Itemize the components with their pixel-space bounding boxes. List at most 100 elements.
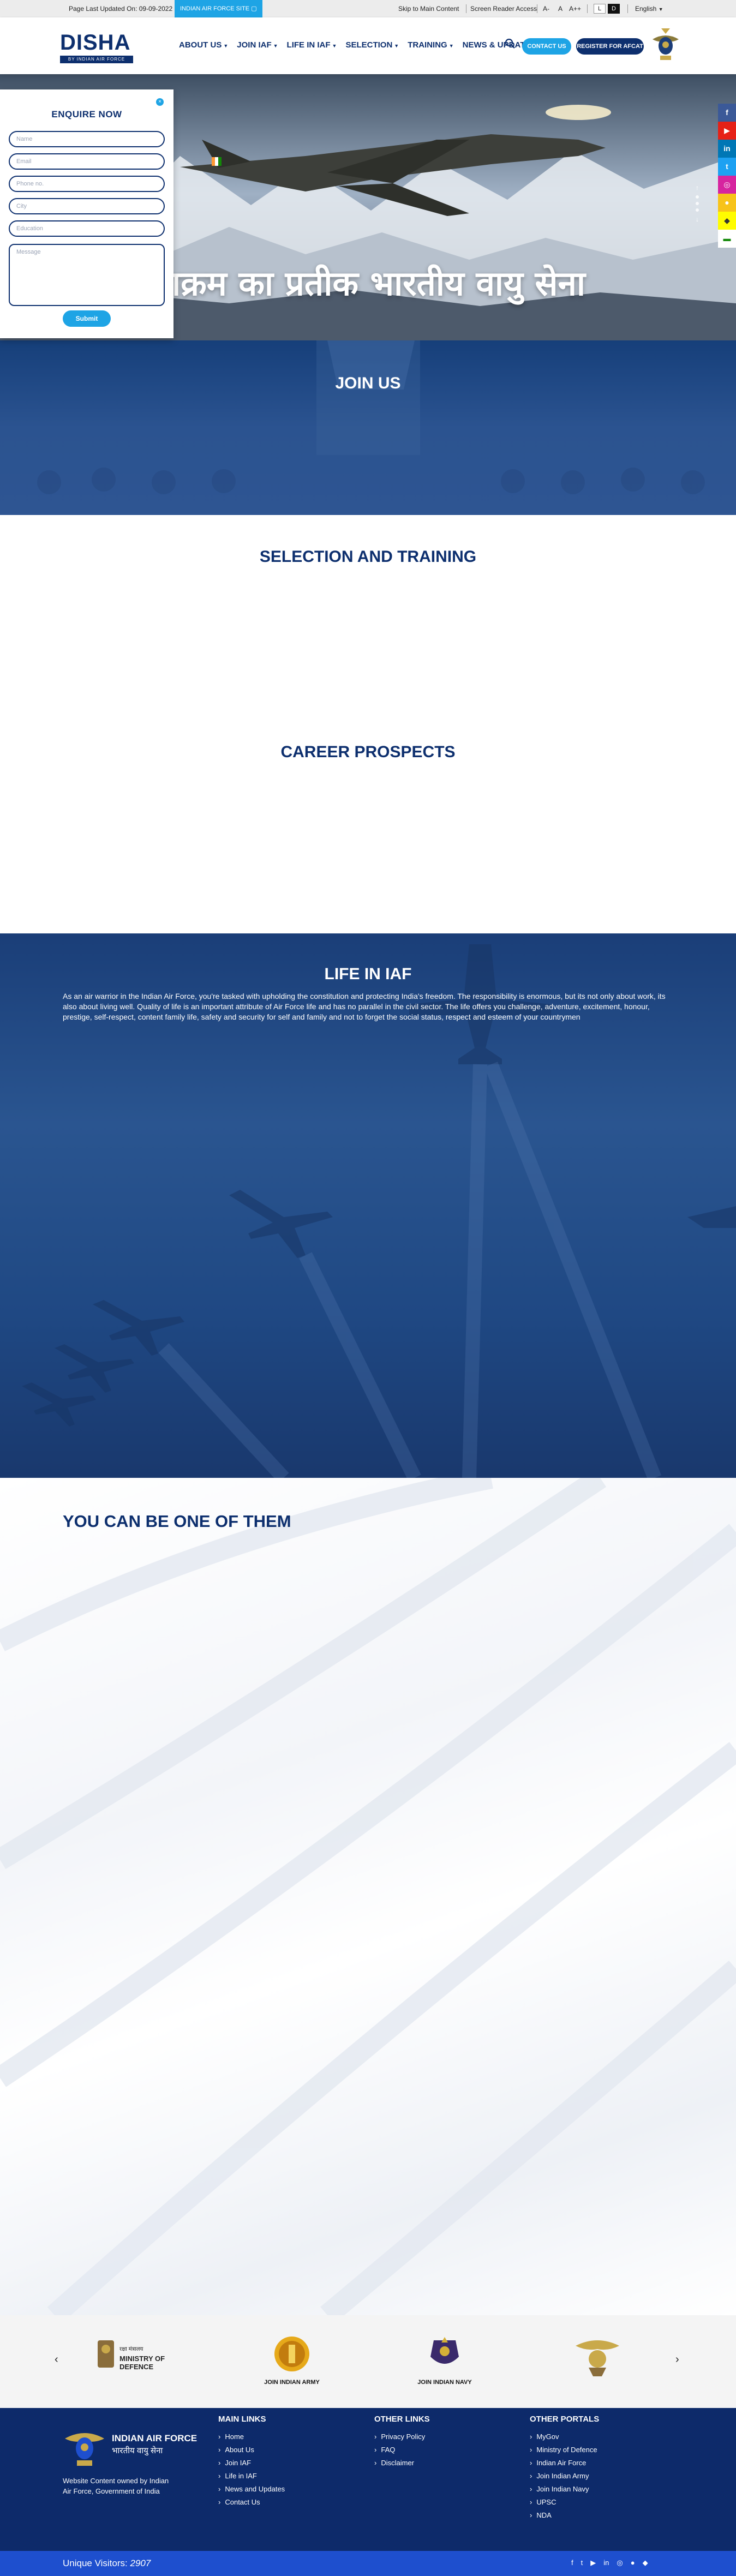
skip-to-main-link[interactable]: Skip to Main Content	[398, 5, 459, 13]
enquire-now-form: × ENQUIRE NOW Name Email Phone no. City …	[0, 89, 173, 338]
logo-text: DISHA	[60, 31, 131, 55]
snapchat-icon[interactable]: ◆	[643, 2559, 648, 2567]
youtube-icon[interactable]: ▶	[590, 2559, 596, 2567]
footer-link[interactable]: UPSC	[530, 2496, 661, 2509]
footer-link[interactable]: Join IAF	[218, 2457, 349, 2470]
footer-brand: INDIAN AIR FORCE भारतीय वायु सेना Websit…	[63, 2422, 197, 2495]
partner-tri-services[interactable]	[562, 2335, 633, 2389]
name-field[interactable]: Name	[9, 131, 165, 147]
twitter-icon[interactable]: t	[581, 2559, 583, 2567]
font-increase-button[interactable]: A++	[569, 5, 581, 13]
partner-join-indian-navy[interactable]: JOIN INDIAN NAVY	[409, 2335, 480, 2389]
chevron-right-icon[interactable]: ›	[675, 2353, 679, 2366]
slider-dot[interactable]	[696, 208, 699, 212]
hero-slider-controls: ↑ ↓	[693, 183, 701, 224]
footer-link[interactable]: Contact Us	[218, 2496, 349, 2509]
submit-button[interactable]: Submit	[63, 310, 111, 327]
footer-link[interactable]: Join Indian Navy	[530, 2483, 661, 2496]
nav-training[interactable]: TRAINING ▼	[403, 40, 458, 50]
phone-field[interactable]: Phone no.	[9, 176, 165, 192]
font-decrease-button[interactable]: A-	[543, 5, 549, 13]
facebook-icon[interactable]: f	[718, 104, 736, 122]
footer-brand-hindi: भारतीय वायु सेना	[112, 2446, 163, 2455]
screen-reader-link[interactable]: Screen Reader Access	[470, 5, 537, 13]
footer-main-links: MAIN LINKS Home About Us Join IAF Life i…	[218, 2415, 349, 2509]
site-footer: INDIAN AIR FORCE भारतीय वायु सेना Websit…	[0, 2408, 736, 2551]
chevron-down-icon: ▼	[273, 43, 278, 49]
dark-contrast-button[interactable]: D	[608, 4, 620, 14]
arrow-up-icon[interactable]: ↑	[696, 184, 699, 191]
footer-other-links: OTHER LINKS Privacy Policy FAQ Disclaime…	[374, 2415, 505, 2470]
search-icon[interactable]	[505, 38, 516, 49]
arrow-down-icon[interactable]: ↓	[696, 215, 699, 223]
instagram-icon[interactable]: ◎	[617, 2559, 623, 2567]
nav-join-iaf[interactable]: JOIN IAF ▼	[232, 40, 282, 50]
close-icon[interactable]: ×	[156, 98, 164, 106]
koo-icon[interactable]: ●	[718, 194, 736, 212]
koo-icon[interactable]: ●	[631, 2559, 635, 2567]
indian-army-emblem-icon	[274, 2337, 309, 2371]
disha-logo[interactable]: DISHA BY INDIAN AIR FORCE	[60, 28, 134, 64]
top-utility-bar: Page Last Updated On: 09-09-2022 INDIAN …	[0, 0, 736, 17]
font-normal-button[interactable]: A	[558, 5, 563, 13]
message-field[interactable]: Message	[9, 244, 165, 306]
iaf-emblem-icon	[65, 2433, 104, 2466]
footer-social-icons: f t ▶ in ◎ ● ◆	[571, 2559, 648, 2567]
footer-column-title: OTHER PORTALS	[530, 2415, 600, 2424]
footer-link[interactable]: News and Updates	[218, 2483, 349, 2496]
slider-dot[interactable]	[696, 195, 699, 199]
footer-link[interactable]: About Us	[218, 2443, 349, 2457]
footer-other-portals: OTHER PORTALS MyGov Ministry of Defence …	[530, 2415, 661, 2522]
chevron-down-icon: ▼	[332, 43, 337, 49]
education-field[interactable]: Education	[9, 220, 165, 237]
slider-dot[interactable]	[696, 202, 699, 205]
logo-tagline: BY INDIAN AIR FORCE	[60, 56, 133, 63]
footer-column-title: OTHER LINKS	[374, 2415, 430, 2424]
divider	[627, 4, 628, 13]
partner-join-indian-army[interactable]: JOIN INDIAN ARMY	[256, 2335, 327, 2389]
twitter-icon[interactable]: t	[718, 158, 736, 176]
nav-about-us[interactable]: ABOUT US ▼	[175, 40, 232, 50]
light-contrast-button[interactable]: L	[594, 4, 606, 14]
footer-link[interactable]: Indian Air Force	[530, 2457, 661, 2470]
snapchat-icon[interactable]: ◆	[718, 212, 736, 230]
linkedin-icon[interactable]: in	[603, 2559, 609, 2567]
partner-ministry-of-defence[interactable]: रक्षा मंत्रालय MINISTRY OF DEFENCE	[95, 2335, 177, 2389]
contact-us-button[interactable]: CONTACT US	[522, 38, 571, 55]
footer-column-title: MAIN LINKS	[218, 2415, 266, 2424]
register-afcat-button[interactable]: REGISTER FOR AFCAT	[576, 38, 644, 55]
chevron-down-icon: ▼	[223, 43, 229, 49]
ministry-label: MINISTRY OF DEFENCE	[119, 2355, 165, 2371]
nav-life-in-iaf[interactable]: LIFE IN IAF ▼	[283, 40, 342, 50]
footer-link[interactable]: Disclaimer	[374, 2457, 505, 2470]
chevron-left-icon[interactable]: ‹	[55, 2353, 58, 2366]
language-select[interactable]: English ▼	[635, 5, 663, 13]
join-background-image	[37, 340, 705, 494]
nav-label: JOIN IAF	[237, 40, 272, 50]
footer-brand-description: Website Content owned by Indian Air Forc…	[63, 2477, 169, 2495]
decorative-waves	[0, 1478, 736, 2315]
divider	[587, 4, 588, 13]
footer-link[interactable]: NDA	[530, 2509, 661, 2522]
footer-link[interactable]: Join Indian Army	[530, 2470, 661, 2483]
linkedin-icon[interactable]: in	[718, 140, 736, 158]
footer-link[interactable]: FAQ	[374, 2443, 505, 2457]
nav-selection[interactable]: SELECTION ▼	[341, 40, 403, 50]
mygov-icon[interactable]: ▬	[718, 230, 736, 248]
footer-link[interactable]: MyGov	[530, 2430, 661, 2443]
life-in-iaf-section: LIFE IN IAF As an air warrior in the Ind…	[0, 933, 736, 1478]
facebook-icon[interactable]: f	[571, 2559, 573, 2567]
email-field[interactable]: Email	[9, 153, 165, 170]
youtube-icon[interactable]: ▶	[718, 122, 736, 140]
footer-link[interactable]: Privacy Policy	[374, 2430, 505, 2443]
footer-link[interactable]: Ministry of Defence	[530, 2443, 661, 2457]
news-marquee[interactable]: INDIAN AIR FORCE SITE ▢	[175, 0, 262, 17]
chevron-down-icon: ▼	[394, 43, 399, 49]
footer-link[interactable]: Home	[218, 2430, 349, 2443]
visitors-count: 2907	[130, 2558, 151, 2568]
footer-link[interactable]: Life in IAF	[218, 2470, 349, 2483]
chevron-down-icon: ▼	[448, 43, 454, 49]
instagram-icon[interactable]: ◎	[718, 176, 736, 194]
city-field[interactable]: City	[9, 198, 165, 214]
footer-brand-name: INDIAN AIR FORCE	[112, 2433, 198, 2443]
